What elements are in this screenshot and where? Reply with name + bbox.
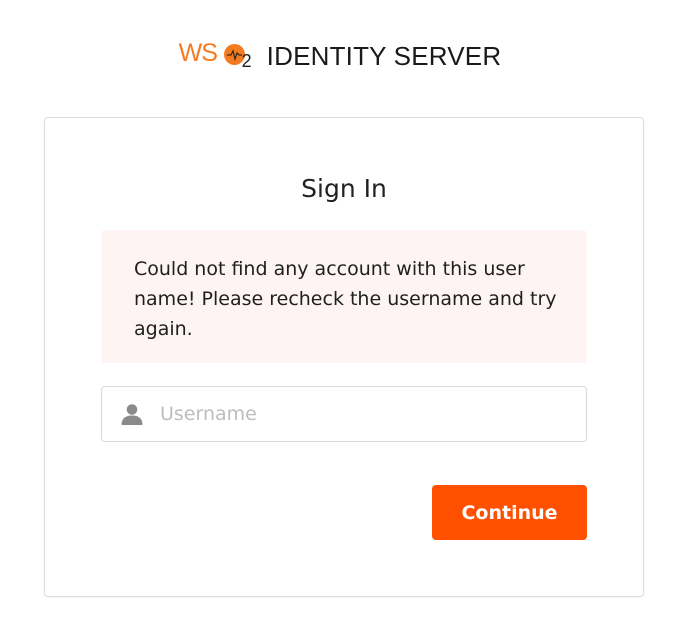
brand-name: IDENTITY SERVER (266, 40, 502, 71)
page-title: Sign In (301, 174, 387, 203)
sign-in-card: Sign In Could not find any account with … (44, 117, 644, 597)
error-alert: Could not find any account with this use… (101, 230, 587, 363)
username-input[interactable] (160, 403, 540, 425)
logo-ws-text: WS (178, 39, 218, 67)
username-field[interactable] (101, 386, 587, 442)
continue-button[interactable]: Continue (432, 485, 587, 540)
logo-subscript: 2 (241, 51, 252, 71)
user-icon (121, 404, 143, 425)
wso2-logo: WS 2 (179, 37, 257, 75)
brand: WS 2 IDENTITY SERVER (179, 37, 502, 75)
page-header: WS 2 IDENTITY SERVER (0, 36, 680, 76)
